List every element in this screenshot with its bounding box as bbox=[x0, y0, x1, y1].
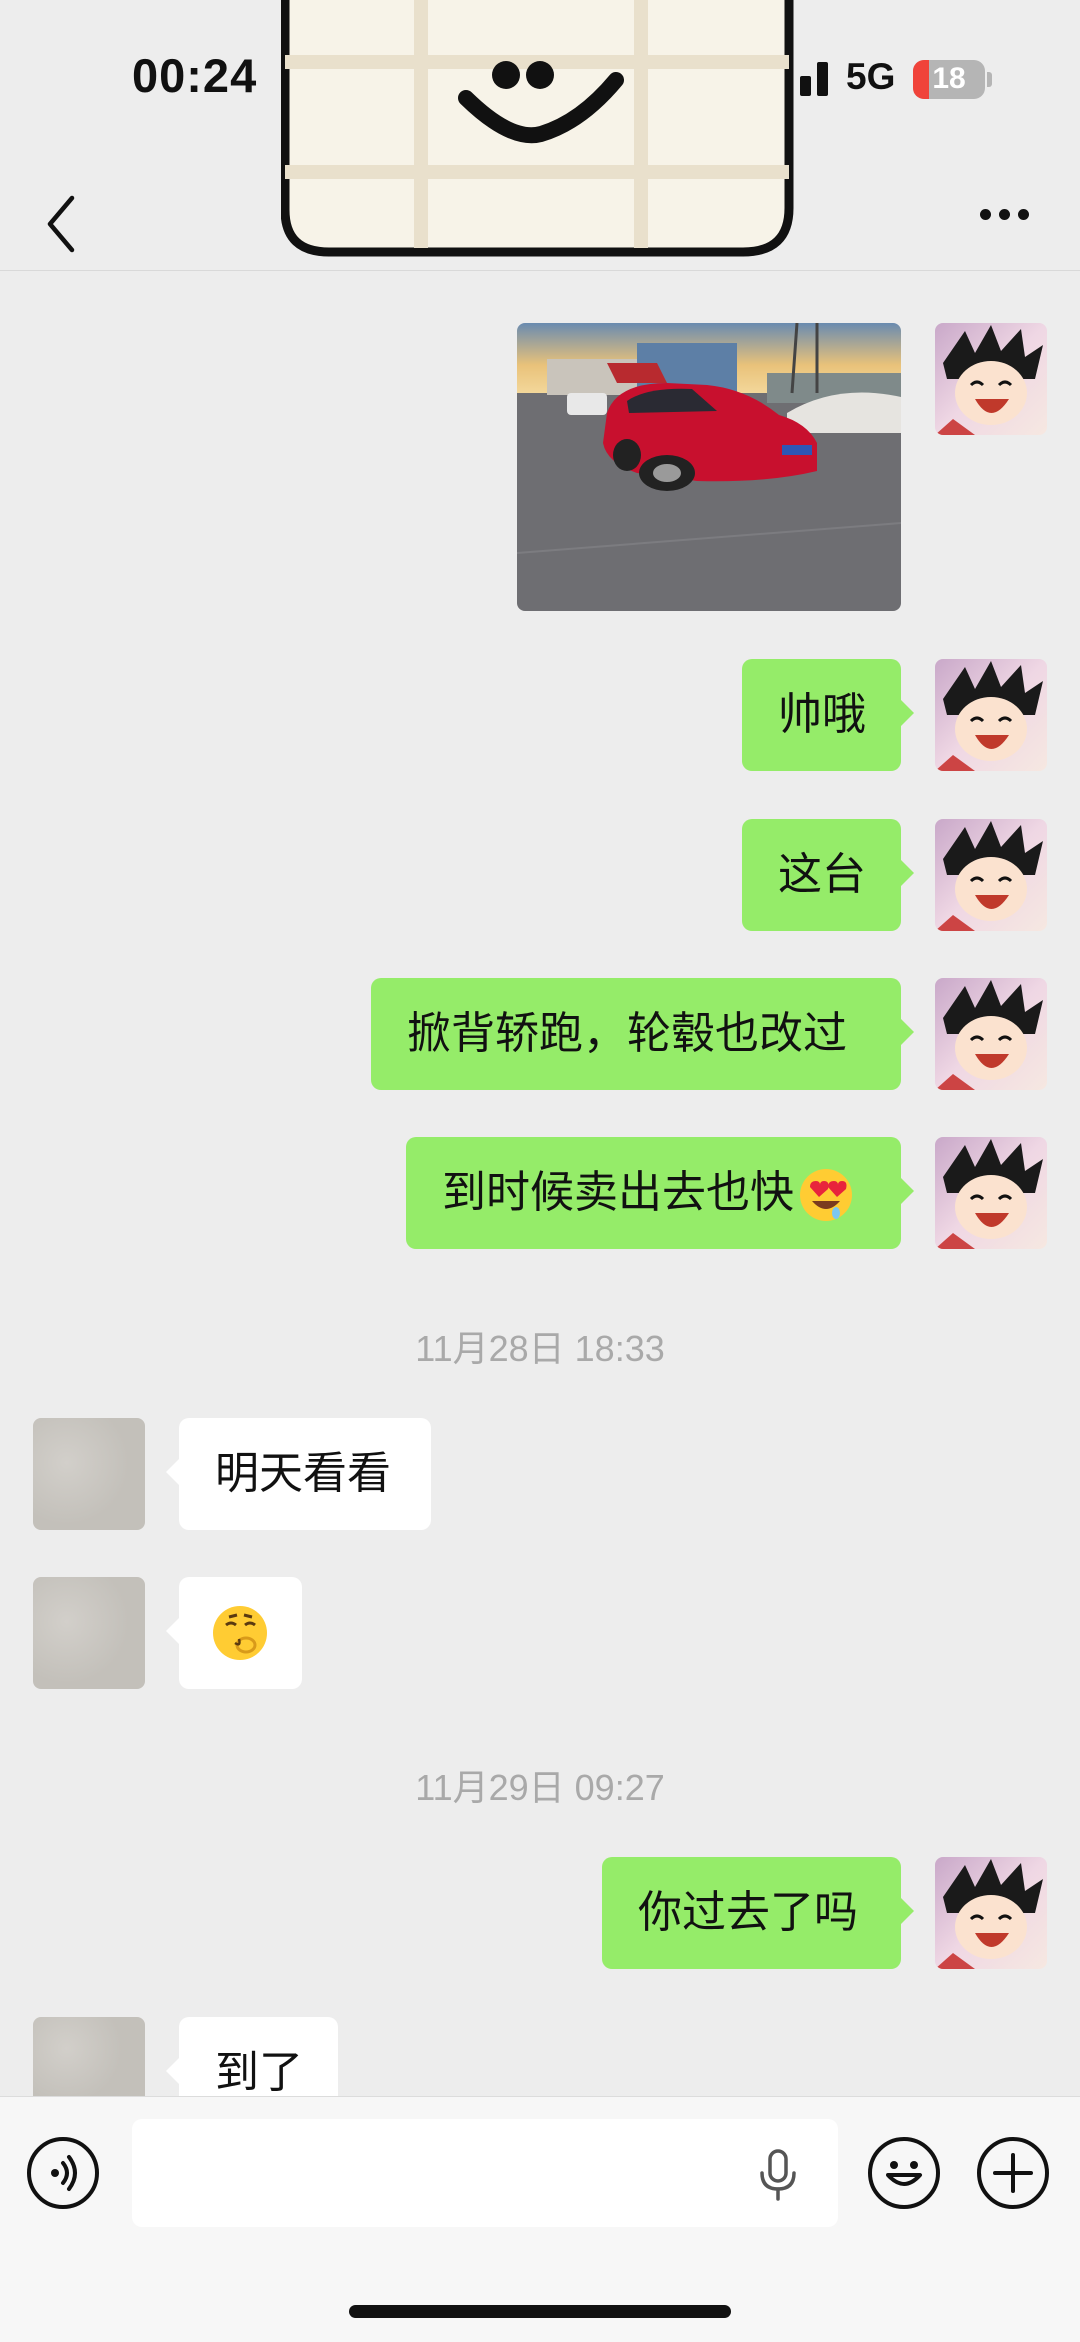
car-photo-image bbox=[517, 323, 901, 611]
contact-avatar[interactable] bbox=[33, 1577, 145, 1689]
more-functions-button[interactable] bbox=[977, 2137, 1049, 2209]
heart-eyes-emoji bbox=[800, 1169, 852, 1221]
my-avatar[interactable] bbox=[935, 659, 1047, 771]
battery-cap bbox=[987, 72, 992, 87]
voice-toggle-button[interactable] bbox=[27, 2137, 99, 2209]
chat-timestamp: 11月28日 18:33 bbox=[415, 1328, 665, 1369]
my-avatar[interactable] bbox=[935, 819, 1047, 931]
clock: 00:24 bbox=[132, 49, 258, 102]
message-bubble-mine[interactable]: 到时候卖出去也快 bbox=[406, 1137, 914, 1249]
message-bubble-mine[interactable]: 帅哦 bbox=[742, 659, 914, 771]
chevron-left-icon bbox=[47, 195, 75, 253]
message-bubble-mine[interactable]: 掀背轿跑，轮毂也改过 bbox=[371, 978, 914, 1090]
message-bubble-theirs[interactable]: 明天看看 bbox=[166, 1418, 431, 1530]
message-bubble-theirs[interactable] bbox=[166, 1577, 302, 1689]
battery-icon: 18 bbox=[913, 60, 985, 99]
car-photo[interactable] bbox=[517, 323, 901, 611]
my-avatar[interactable] bbox=[935, 323, 1047, 435]
battery-level: 18 bbox=[932, 62, 966, 95]
avatar-illustration bbox=[935, 325, 1043, 435]
back-button[interactable] bbox=[36, 178, 106, 258]
emoji-button[interactable] bbox=[868, 2137, 940, 2209]
signal-icon bbox=[800, 62, 830, 96]
more-button[interactable] bbox=[970, 195, 1040, 235]
avatar-illustration bbox=[935, 1139, 1043, 1249]
home-indicator[interactable] bbox=[349, 2305, 731, 2318]
my-avatar[interactable] bbox=[935, 1137, 1047, 1249]
avatar-illustration bbox=[935, 821, 1043, 931]
my-avatar[interactable] bbox=[935, 978, 1047, 1090]
contact-avatar[interactable] bbox=[33, 2017, 145, 2096]
message-bubble-mine[interactable]: 这台 bbox=[742, 819, 914, 931]
message-bubble-theirs[interactable]: 到了 bbox=[166, 2017, 338, 2098]
avatar-illustration bbox=[935, 1859, 1043, 1969]
message-input[interactable] bbox=[132, 2119, 838, 2227]
smirk-shush-emoji bbox=[213, 1606, 267, 1660]
avatar-illustration bbox=[935, 661, 1043, 771]
smiley-sticker bbox=[281, 0, 794, 257]
my-avatar[interactable] bbox=[935, 1857, 1047, 1969]
network-type: 5G bbox=[846, 56, 896, 97]
avatar-illustration bbox=[935, 980, 1043, 1090]
plus-icon bbox=[993, 2153, 1033, 2193]
emoji-icon bbox=[886, 2161, 922, 2186]
microphone-icon[interactable] bbox=[756, 2147, 800, 2203]
message-text: 到时候卖出去也快 bbox=[442, 1167, 794, 1218]
message-bubble-mine[interactable]: 你过去了吗 bbox=[602, 1857, 914, 1969]
chat-timestamp: 11月29日 09:27 bbox=[415, 1767, 665, 1808]
voice-icon bbox=[51, 2155, 77, 2191]
contact-avatar[interactable] bbox=[33, 1418, 145, 1530]
